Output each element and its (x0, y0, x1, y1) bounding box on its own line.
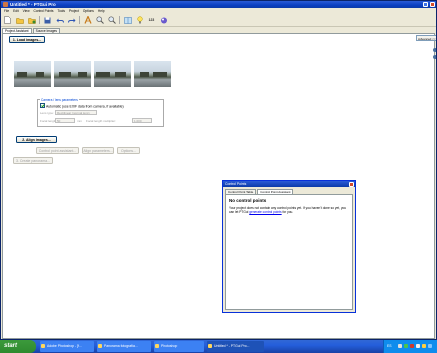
image-thumbnail[interactable] (14, 61, 51, 87)
menu-tools[interactable]: Tools (58, 9, 65, 13)
dialog-close-button[interactable] (349, 181, 354, 187)
minimize-button[interactable] (423, 2, 428, 7)
open-recent-icon[interactable] (27, 16, 36, 25)
no-control-points-message: Your project does not contain any contro… (229, 206, 349, 214)
app-icon (3, 2, 8, 7)
tray-security-icon[interactable] (404, 344, 408, 348)
tray-antivirus-icon[interactable] (410, 344, 414, 348)
redo-icon[interactable] (67, 16, 76, 25)
image-thumbnail[interactable] (94, 61, 131, 87)
menu-file[interactable]: File (4, 9, 9, 13)
taskbar-item-label: Untitled * - PTGui Pro... (214, 344, 250, 348)
image-thumbnail[interactable] (134, 61, 171, 87)
menu-options[interactable]: Options (83, 9, 94, 13)
tray-display-icon[interactable] (428, 344, 432, 348)
control-point-assistant-button[interactable]: Control point assistant... (36, 147, 79, 154)
dialog-body: No control points Your project does not … (225, 194, 353, 310)
preview-icon[interactable] (159, 16, 168, 25)
new-project-icon[interactable] (3, 16, 12, 25)
advanced-button[interactable]: Advanced << (416, 35, 436, 41)
system-tray: ES (383, 340, 437, 353)
menu-control-points[interactable]: Control Points (34, 9, 54, 13)
panorama-editor-icon[interactable] (83, 16, 92, 25)
taskbar-item-label: Photoshop (161, 344, 178, 348)
close-button[interactable] (430, 2, 435, 7)
image-thumbnails (14, 61, 171, 87)
tray-messenger-icon[interactable] (422, 344, 426, 348)
info-icon[interactable] (433, 55, 436, 59)
menu-view[interactable]: View (23, 9, 30, 13)
lens-type-select[interactable]: Rectilinear (normal lens) (55, 110, 97, 115)
align-images-button[interactable]: 2. Align images... (16, 136, 57, 143)
toolbar-separator (79, 16, 80, 24)
open-project-icon[interactable] (15, 16, 24, 25)
taskbar-item-label: Adobe Photoshop - [f... (47, 344, 82, 348)
taskbar-item-ptgui[interactable]: Untitled * - PTGui Pro... (207, 341, 264, 352)
taskbar-item-panorama-folder[interactable]: Panorama fotografía... (97, 341, 151, 352)
auto-exif-label: Automatic (use EXIF data from camera, if… (46, 104, 124, 109)
dialog-title-bar[interactable]: Control Points (223, 181, 355, 187)
toolbar-separator (119, 16, 120, 24)
fieldset-legend: Camera / lens parameters (40, 98, 79, 102)
help-icon[interactable] (433, 48, 436, 52)
zoom-in-icon[interactable] (95, 16, 104, 25)
zoom-out-icon[interactable] (107, 16, 116, 25)
taskbar-item-label: Panorama fotografía... (104, 344, 138, 348)
options-button[interactable]: Options... (117, 147, 140, 154)
start-button[interactable]: start (0, 340, 36, 353)
lens-type-label: Lens type: (40, 111, 54, 115)
menu-help[interactable]: Help (98, 9, 105, 13)
tray-network-icon[interactable] (398, 344, 402, 348)
title-bar[interactable]: Untitled * - PTGui Pro (1, 1, 436, 8)
checkbox-icon[interactable] (40, 103, 45, 108)
taskbar: start Adobe Photoshop - [f... Panorama f… (0, 340, 437, 353)
project-assistant-panel: 1. Load images... Advanced << Camera / l… (2, 33, 436, 339)
app-window: Untitled * - PTGui Pro File Edit View Co… (0, 0, 437, 340)
ptgui-icon (208, 344, 212, 348)
number-123-icon[interactable]: 123 (147, 16, 156, 25)
control-points-dialog: Control Points Control Point Table Contr… (222, 180, 356, 313)
align-parameters-button[interactable]: Align parameters... (82, 147, 114, 154)
message-text-end: for you. (281, 210, 294, 215)
load-images-button[interactable]: 1. Load images... (9, 36, 45, 43)
camera-lens-parameters: Camera / lens parameters Automatic (use … (37, 98, 164, 127)
create-panorama-button[interactable]: 3. Create panorama... (13, 157, 53, 164)
generate-control-points-link[interactable]: generate control points (249, 210, 281, 214)
menu-edit[interactable]: Edit (13, 9, 19, 13)
crop-factor-input[interactable]: 1.000 (132, 118, 152, 123)
photoshop-icon (41, 344, 45, 348)
crop-factor-label: Focal length multiplier: (86, 119, 117, 123)
control-point-editor-icon[interactable] (123, 16, 132, 25)
image-thumbnail[interactable] (54, 61, 91, 87)
menu-project[interactable]: Project (69, 9, 79, 13)
auto-exif-checkbox[interactable]: Automatic (use EXIF data from camera, if… (40, 103, 124, 109)
folder-icon (98, 344, 102, 348)
focal-length-unit: mm (77, 119, 82, 123)
no-control-points-heading: No control points (229, 198, 267, 203)
optimizer-icon[interactable] (135, 16, 144, 25)
dialog-title: Control Points (225, 182, 247, 186)
window-title: Untitled * - PTGui Pro (10, 2, 56, 7)
save-icon[interactable] (43, 16, 52, 25)
toolbar: 123 (1, 14, 436, 27)
undo-icon[interactable] (55, 16, 64, 25)
toolbar-separator (39, 16, 40, 24)
menu-bar: File Edit View Control Points Tools Proj… (1, 8, 436, 13)
taskbar-item-photoshop[interactable]: Photoshop (154, 341, 204, 352)
photoshop-icon (155, 344, 159, 348)
language-indicator[interactable]: ES (387, 340, 392, 353)
focal-length-input[interactable]: 50 (55, 118, 75, 123)
taskbar-item-photoshop-file[interactable]: Adobe Photoshop - [f... (40, 341, 94, 352)
tray-volume-icon[interactable] (416, 344, 420, 348)
